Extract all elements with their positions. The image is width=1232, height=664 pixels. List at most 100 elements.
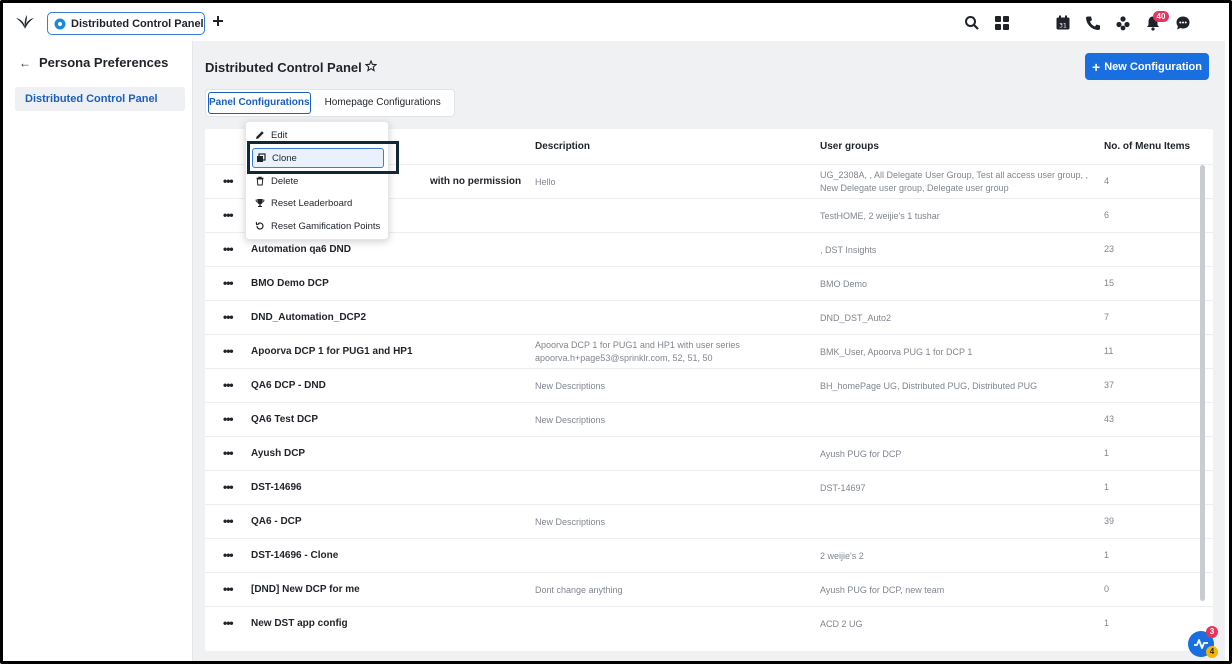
table-row[interactable]: ••• DST-14696 - Clone 2 weijie's 2 1: [205, 538, 1213, 572]
row-menu-items: 23: [1104, 244, 1115, 254]
menu-item-label: Delete: [271, 175, 299, 187]
tab-homepage-configurations[interactable]: Homepage Configurations: [311, 92, 453, 114]
row-name: [DND] New DCP for me: [251, 584, 360, 595]
apps-grid-icon[interactable]: [994, 15, 1010, 31]
row-user-groups: Ayush PUG for DCP, new team: [820, 585, 945, 595]
row-actions-icon[interactable]: •••: [223, 616, 234, 630]
row-user-groups: Ayush PUG for DCP: [820, 449, 902, 459]
activity-badge-yellow: 4: [1206, 646, 1218, 658]
row-actions-icon[interactable]: •••: [223, 582, 234, 596]
tab-panel-configurations[interactable]: Panel Configurations: [208, 92, 311, 114]
row-name: Automation qa6 DND: [251, 244, 351, 255]
clone-icon: [257, 153, 266, 162]
row-name: Apoorva DCP 1 for PUG1 and HP1: [251, 346, 413, 357]
sidebar-header: ← Persona Preferences: [19, 55, 168, 70]
menu-item-label: Edit: [271, 129, 288, 141]
app-tab-label: Distributed Control Panel: [71, 17, 204, 30]
column-header-description: Description: [535, 141, 591, 152]
star-icon[interactable]: [365, 60, 377, 72]
table-row[interactable]: ••• DST-14696 DST-14697 1: [205, 470, 1213, 504]
row-name: QA6 DCP - DND: [251, 380, 326, 391]
row-actions-icon[interactable]: •••: [223, 344, 234, 358]
back-arrow-icon[interactable]: ←: [19, 56, 31, 70]
row-context-menu: Edit Clone Delete Reset Leaderboard Rese…: [245, 121, 389, 240]
row-actions-icon[interactable]: •••: [223, 174, 234, 188]
row-description: New Descriptions: [535, 381, 606, 391]
top-bar: Distributed Control Panel 31 40: [3, 3, 1229, 41]
row-description: Apoorva DCP 1 for PUG1 and HP1 with user…: [535, 340, 740, 363]
row-name: DST-14696: [251, 482, 302, 493]
menu-item-label: Reset Gamification Points: [271, 220, 381, 232]
row-menu-items: 7: [1104, 312, 1110, 322]
row-description: Hello: [535, 177, 556, 187]
row-description: Dont change anything: [535, 585, 623, 595]
table-row[interactable]: ••• Apoorva DCP 1 for PUG1 and HP1 Apoor…: [205, 334, 1213, 368]
menu-item-label: Reset Leaderboard: [271, 197, 353, 209]
row-menu-items: 1: [1104, 448, 1110, 458]
tab-distributed-control-panel[interactable]: Distributed Control Panel: [47, 12, 205, 35]
new-configuration-button[interactable]: + New Configuration: [1085, 53, 1209, 80]
table-row[interactable]: ••• New DST app config ACD 2 UG 1: [205, 606, 1213, 640]
table-row[interactable]: ••• QA6 Test DCP New Descriptions 43: [205, 402, 1213, 436]
row-menu-items: 1: [1104, 482, 1110, 492]
row-actions-icon[interactable]: •••: [223, 446, 234, 460]
phone-icon[interactable]: [1085, 15, 1101, 31]
row-actions-icon[interactable]: •••: [223, 378, 234, 392]
row-menu-items: 0: [1104, 584, 1110, 594]
menu-item-reset-gamification-points[interactable]: Reset Gamification Points: [252, 216, 384, 236]
reset-icon: [255, 221, 264, 230]
menu-item-delete[interactable]: Delete: [252, 171, 384, 191]
row-menu-items: 11: [1104, 346, 1114, 356]
menu-item-reset-leaderboard[interactable]: Reset Leaderboard: [252, 193, 384, 213]
row-user-groups: BH_homePage UG, Distributed PUG, Distrib…: [820, 381, 1038, 391]
row-actions-icon[interactable]: •••: [223, 514, 234, 528]
row-menu-items: 15: [1104, 278, 1115, 288]
row-name: Ayush DCP: [251, 448, 306, 459]
column-header-menu-items: No. of Menu Items: [1104, 141, 1191, 152]
row-name: QA6 Test DCP: [251, 414, 319, 425]
row-menu-items: 37: [1104, 380, 1115, 390]
row-user-groups: BMO Demo: [820, 279, 868, 289]
row-actions-icon[interactable]: •••: [223, 208, 234, 222]
calendar-day: 31: [1059, 23, 1067, 30]
row-menu-items: 6: [1104, 210, 1110, 220]
page-title: Distributed Control Panel: [205, 60, 362, 75]
table-row[interactable]: ••• [DND] New DCP for me Dont change any…: [205, 572, 1213, 606]
calendar-icon[interactable]: 31: [1055, 15, 1071, 31]
table-row[interactable]: ••• Ayush DCP Ayush PUG for DCP 1: [205, 436, 1213, 470]
gear-icon: [54, 18, 66, 29]
table-row[interactable]: ••• QA6 - DCP New Descriptions 39: [205, 504, 1213, 538]
sidebar-title: Persona Preferences: [39, 55, 169, 70]
row-menu-items: 1: [1104, 550, 1110, 560]
table-row[interactable]: ••• QA6 DCP - DND New Descriptions BH_ho…: [205, 368, 1213, 402]
row-actions-icon[interactable]: •••: [223, 310, 234, 324]
row-actions-icon[interactable]: •••: [223, 276, 234, 290]
chat-icon[interactable]: [1175, 15, 1191, 31]
activity-badge-red: 3: [1206, 626, 1218, 638]
row-actions-icon[interactable]: •••: [223, 548, 234, 562]
column-header-user-groups: User groups: [820, 141, 879, 152]
row-user-groups: BMK_User, Apoorva PUG 1 for DCP 1: [820, 347, 973, 357]
row-menu-items: 4: [1104, 176, 1110, 186]
config-tabs: Panel Configurations Homepage Configurat…: [205, 89, 455, 117]
search-icon[interactable]: [964, 15, 980, 31]
row-description: New Descriptions: [535, 415, 606, 425]
community-icon[interactable]: [1115, 15, 1131, 31]
notification-badge: 40: [1153, 11, 1169, 22]
row-menu-items: 1: [1104, 618, 1110, 628]
menu-item-clone[interactable]: Clone: [252, 148, 384, 168]
add-tab-icon[interactable]: [211, 14, 225, 28]
sidebar-item-distributed-control-panel[interactable]: Distributed Control Panel: [15, 87, 185, 111]
row-name: New DST app config: [251, 618, 348, 629]
table-scrollbar[interactable]: [1200, 165, 1205, 601]
row-actions-icon[interactable]: •••: [223, 480, 234, 494]
row-name: DST-14696 - Clone: [251, 550, 339, 561]
row-actions-icon[interactable]: •••: [223, 412, 234, 426]
menu-item-edit[interactable]: Edit: [252, 125, 384, 145]
row-actions-icon[interactable]: •••: [223, 242, 234, 256]
row-user-groups: DST-14697: [820, 483, 866, 493]
table-row[interactable]: ••• BMO Demo DCP BMO Demo 15: [205, 266, 1213, 300]
row-name: DND_Automation_DCP2: [251, 312, 367, 323]
table-row[interactable]: ••• DND_Automation_DCP2 DND_DST_Auto2 7: [205, 300, 1213, 334]
brand-logo-icon[interactable]: [15, 14, 35, 30]
